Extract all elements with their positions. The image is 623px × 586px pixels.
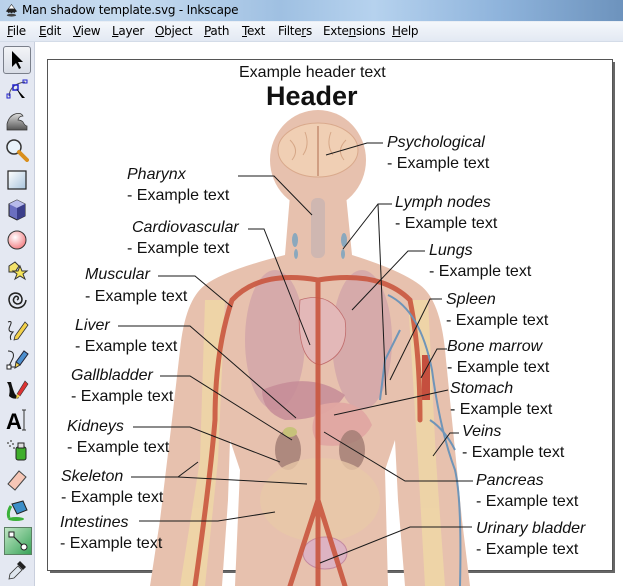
label-pharynx-text: - Example text	[127, 187, 230, 204]
label-cardiovascular-title: Cardiovascular	[132, 219, 239, 236]
label-skeleton-text: - Example text	[61, 489, 164, 506]
header-title: Header	[266, 81, 358, 111]
pharynx	[311, 198, 325, 258]
header-subtitle: Example header text	[239, 64, 386, 81]
label-urinary-bladder-title: Urinary bladder	[476, 520, 586, 537]
label-spleen-title: Spleen	[446, 291, 496, 308]
label-stomach-title: Stomach	[450, 380, 514, 397]
label-intestines-text: - Example text	[60, 535, 163, 552]
label-pancreas-title: Pancreas	[476, 472, 544, 489]
label-gallbladder-text: - Example text	[71, 388, 174, 405]
label-veins-title: Veins	[462, 423, 502, 440]
label-liver-text: - Example text	[75, 338, 178, 355]
label-gallbladder-title: Gallbladder	[71, 367, 153, 384]
label-urinary-bladder-text: - Example text	[476, 541, 579, 558]
label-lymph-nodes-title: Lymph nodes	[395, 194, 491, 211]
label-pancreas-text: - Example text	[476, 493, 579, 510]
label-kidneys-title: Kidneys	[67, 418, 124, 435]
label-lungs-text: - Example text	[429, 263, 532, 280]
label-psychological-title: Psychological	[387, 134, 485, 151]
brain	[277, 122, 359, 178]
label-kidneys-text: - Example text	[67, 439, 170, 456]
label-skeleton-title: Skeleton	[61, 468, 124, 485]
label-liver-title: Liver	[75, 317, 110, 334]
label-cardiovascular-text: - Example text	[127, 240, 230, 257]
label-bone-marrow-title: Bone marrow	[447, 338, 543, 355]
label-bone-marrow-text: - Example text	[447, 359, 550, 376]
label-stomach-text: - Example text	[450, 401, 553, 418]
label-lungs-title: Lungs	[429, 242, 473, 259]
label-muscular-text: - Example text	[85, 288, 188, 305]
label-psychological-text: - Example text	[387, 155, 490, 172]
label-lymph-nodes-text: - Example text	[395, 215, 498, 232]
label-muscular-title: Muscular	[85, 266, 150, 283]
label-veins-text: - Example text	[462, 444, 565, 461]
label-intestines-title: Intestines	[60, 514, 129, 531]
bone-marrow-mark	[422, 355, 430, 400]
label-pharynx-title: Pharynx	[127, 166, 186, 183]
label-spleen-text: - Example text	[446, 312, 549, 329]
